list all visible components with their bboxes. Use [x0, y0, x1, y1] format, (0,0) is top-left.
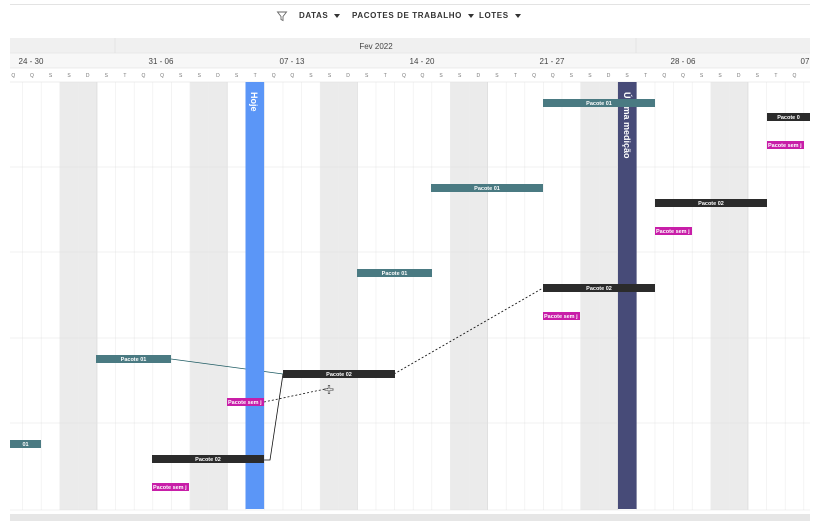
week-label: 31 - 06: [149, 57, 174, 66]
chevron-down-icon: [467, 13, 474, 18]
day-label: T: [774, 73, 777, 79]
dependency-link[interactable]: [264, 373, 284, 461]
week-label: 14 - 20: [410, 57, 435, 66]
work-package-bar[interactable]: Pacote 01: [543, 99, 655, 107]
week-label: 07: [801, 57, 810, 66]
work-package-bar[interactable]: Pacote 01: [431, 184, 543, 192]
day-label: Q: [421, 73, 425, 79]
timeline-month-row: [10, 38, 810, 53]
work-package-bar[interactable]: Pacote 01: [96, 355, 171, 363]
work-packages-dropdown-label: PACOTES DE TRABALHO: [352, 11, 462, 20]
day-label: Q: [793, 73, 797, 79]
day-label: Q: [532, 73, 536, 79]
week-label: 21 - 27: [540, 57, 565, 66]
bar-label: Pacote sem j: [228, 400, 262, 406]
chevron-down-icon: [334, 13, 341, 18]
bar-label: Pacote sem j: [544, 314, 578, 320]
today-marker: [245, 82, 265, 509]
day-label: T: [644, 73, 647, 79]
dates-dropdown-label: DATAS: [299, 11, 329, 20]
day-label: D: [86, 73, 90, 79]
dates-dropdown[interactable]: DATAS: [299, 11, 341, 20]
day-label: Q: [681, 73, 685, 79]
horizontal-scrollbar[interactable]: [10, 514, 810, 521]
day-label: D: [476, 73, 480, 79]
bar-label: Pacote sem j: [153, 485, 187, 491]
timeline-month-label: Fev 2022: [359, 42, 393, 51]
lots-dropdown[interactable]: LOTES: [479, 11, 521, 20]
bar-label: Pacote sem j: [768, 143, 802, 149]
gantt-chart[interactable]: Fev 2022 24 - 30 31 - 06 07 - 13 14 - 20 21 …: [0, 0, 830, 524]
day-label: D: [607, 73, 611, 79]
today-label: Hoje: [249, 92, 259, 112]
day-label: Q: [551, 73, 555, 79]
weekend-column: [599, 82, 618, 510]
bar-label: Pacote 01: [586, 101, 612, 107]
bar-label: Pacote 01: [121, 357, 147, 363]
bar-label: Pacote 02: [586, 286, 612, 292]
day-label: Q: [290, 73, 294, 79]
gantt-toolbar: DATAS PACOTES DE TRABALHO LOTES: [0, 0, 830, 36]
timeline-day-row: [10, 68, 810, 82]
day-label: Q: [272, 73, 276, 79]
day-label: Q: [662, 73, 666, 79]
day-label: Q: [160, 73, 164, 79]
day-label: Q: [30, 73, 34, 79]
week-label: 24 - 30: [19, 57, 44, 66]
day-label: D: [216, 73, 220, 79]
weekend-column: [208, 82, 228, 510]
pending-package-bar[interactable]: Pacote sem j: [152, 483, 189, 491]
pending-package-bar[interactable]: Pacote sem j: [227, 398, 264, 406]
day-label: T: [514, 73, 517, 79]
work-package-bar[interactable]: Pacote 0: [767, 113, 810, 121]
weekend-column: [469, 82, 488, 510]
weekend-column: [59, 82, 79, 510]
filter-icon[interactable]: [276, 10, 288, 22]
bar-label: Pacote 0: [777, 115, 800, 121]
bar-label: Pacote 02: [698, 201, 724, 207]
pending-package-bar[interactable]: Pacote sem j: [767, 141, 804, 149]
day-label: T: [384, 73, 387, 79]
bar-label: Pacote sem j: [656, 229, 690, 235]
work-package-bar[interactable]: 01: [10, 440, 41, 448]
bar-label: Pacote 02: [195, 457, 221, 463]
work-packages-dropdown[interactable]: PACOTES DE TRABALHO: [352, 11, 474, 20]
weekend-column: [450, 82, 469, 510]
weekend-column: [338, 82, 358, 510]
day-label: T: [123, 73, 126, 79]
work-package-bar[interactable]: Pacote 02: [152, 455, 264, 463]
weekend-column: [580, 82, 600, 510]
weekend-column: [78, 82, 97, 510]
day-label: D: [737, 73, 741, 79]
week-label: 07 - 13: [280, 57, 305, 66]
work-package-bar[interactable]: Pacote 02: [283, 370, 395, 378]
work-package-bar[interactable]: Pacote 02: [655, 199, 767, 207]
weekend-column: [710, 82, 730, 510]
day-label: Q: [402, 73, 406, 79]
toolbar-top-divider: [10, 4, 810, 5]
day-label: T: [254, 73, 257, 79]
work-package-bar[interactable]: Pacote 02: [543, 284, 655, 292]
bar-label: Pacote 01: [474, 186, 500, 192]
bar-label: Pacote 02: [326, 372, 352, 378]
bar-label: 01: [22, 442, 28, 448]
weekend-column: [190, 82, 209, 510]
weekend-column: [729, 82, 748, 510]
lots-dropdown-label: LOTES: [479, 11, 509, 20]
pending-package-bar[interactable]: Pacote sem j: [543, 312, 580, 320]
day-label: Q: [142, 73, 146, 79]
chevron-down-icon: [514, 13, 521, 18]
week-label: 28 - 06: [671, 57, 696, 66]
weekend-column: [320, 82, 339, 510]
bar-label: Pacote 01: [382, 271, 408, 277]
day-label: Q: [11, 73, 15, 79]
work-package-bar[interactable]: Pacote 01: [357, 269, 432, 277]
day-label: D: [346, 73, 350, 79]
pending-package-bar[interactable]: Pacote sem j: [655, 227, 692, 235]
